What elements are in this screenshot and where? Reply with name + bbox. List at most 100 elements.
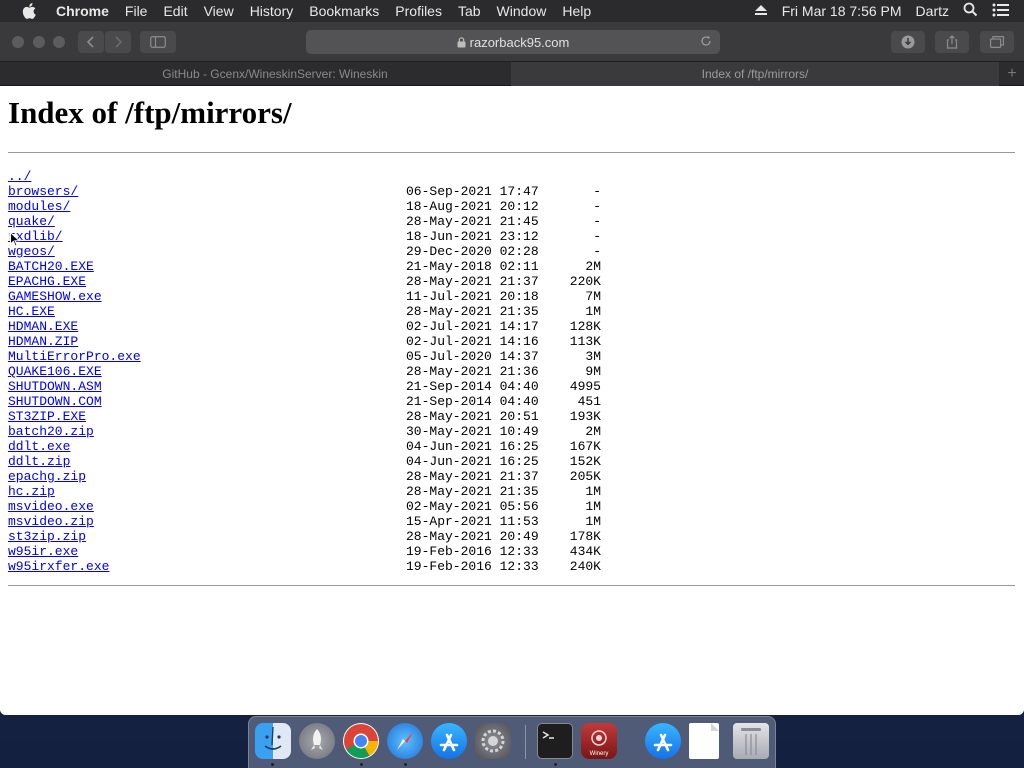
app-store-icon[interactable] [431,723,467,759]
file-date: 28-May-2021 21:35 [406,484,539,499]
file-size: 178K [569,529,601,544]
file-size: - [593,199,601,214]
listing-row: HDMAN.ZIP 02-Jul-2021 14:16 113K [8,334,601,349]
file-size: - [593,214,601,229]
winery-icon[interactable]: Winery [581,723,617,759]
chevron-right-icon [115,36,123,48]
file-link[interactable]: HC.EXE [8,304,55,319]
new-tab-button[interactable]: + [1000,62,1024,86]
file-size: 7M [585,289,601,304]
menu-tab[interactable]: Tab [450,3,489,19]
file-size: 193K [569,409,601,424]
file-link[interactable]: HDMAN.EXE [8,319,78,334]
file-size: 1M [585,499,601,514]
tab-index-mirrors[interactable]: Index of /ftp/mirrors/ [511,62,999,86]
file-link[interactable]: hc.zip [8,484,55,499]
forward-button[interactable] [105,31,131,53]
reload-icon[interactable] [700,35,712,47]
listing-row: ST3ZIP.EXE 28-May-2021 20:51 193K [8,409,601,424]
sidebar-toggle-button[interactable] [140,31,176,53]
parent-row: ../ [8,169,70,184]
file-link[interactable]: msvideo.exe [8,499,94,514]
chrome-icon[interactable] [343,723,379,759]
apple-menu-icon[interactable] [18,3,40,19]
close-window-button[interactable] [12,36,24,48]
file-link[interactable]: ddlt.zip [8,454,70,469]
file-link[interactable]: browsers/ [8,184,78,199]
lock-icon [457,36,466,48]
file-size: 3M [585,349,601,364]
file-link[interactable]: batch20.zip [8,424,94,439]
notification-center-icon[interactable] [992,3,1010,20]
chevron-left-icon [86,36,94,48]
safari-running-indicator [404,763,407,766]
file-link[interactable]: epachg.zip [8,469,86,484]
listing-row: SHUTDOWN.COM 21-Sep-2014 04:40 451 [8,394,601,409]
app-store-download-icon[interactable] [645,723,681,759]
file-date: 02-Jul-2021 14:16 [406,334,539,349]
menu-help[interactable]: Help [554,3,599,19]
file-size: 1M [585,484,601,499]
minimize-window-button[interactable] [33,36,45,48]
document-icon[interactable] [689,723,719,759]
file-link[interactable]: msvideo.zip [8,514,94,529]
launchpad-icon[interactable] [299,723,335,759]
file-link[interactable]: BATCH20.EXE [8,259,94,274]
menu-file[interactable]: File [117,3,156,19]
file-link[interactable]: ddlt.exe [8,439,70,454]
file-size: 434K [569,544,601,559]
menu-history[interactable]: History [242,3,302,19]
file-link[interactable]: quake/ [8,214,55,229]
file-date: 28-May-2021 21:35 [406,304,539,319]
downloads-button[interactable] [891,31,925,53]
file-link[interactable]: GAMESHOW.exe [8,289,102,304]
menubar-user[interactable]: Dartz [916,3,949,19]
back-button[interactable] [78,31,104,53]
file-link[interactable]: w95ir.exe [8,544,78,559]
safari-icon[interactable] [387,723,423,759]
file-link[interactable]: EPACHG.EXE [8,274,86,289]
menu-edit[interactable]: Edit [155,3,195,19]
eject-icon[interactable] [754,3,768,19]
file-link[interactable]: st3zip.zip [8,529,86,544]
trash-icon[interactable] [733,723,769,759]
finder-icon[interactable] [255,723,291,759]
listing-row: SHUTDOWN.ASM 21-Sep-2014 04:40 4995 [8,379,601,394]
file-size: - [593,229,601,244]
file-link[interactable]: MultiErrorPro.exe [8,349,141,364]
menu-window[interactable]: Window [489,3,555,19]
spotlight-search-icon[interactable] [963,2,978,20]
file-date: 11-Jul-2021 20:18 [406,289,539,304]
file-link[interactable]: modules/ [8,199,70,214]
menu-app-name[interactable]: Chrome [48,3,117,19]
menu-view[interactable]: View [196,3,242,19]
tab-github[interactable]: GitHub - Gcenx/WineskinServer: Wineskin [40,62,510,86]
listing-row: st3zip.zip 28-May-2021 20:49 178K [8,529,601,544]
address-bar[interactable]: razorback95.com [306,30,720,54]
listing-row: msvideo.exe 02-May-2021 05:56 1M [8,499,601,514]
tabs-overview-icon [990,36,1004,48]
listing-row: EPACHG.EXE 28-May-2021 21:37 220K [8,274,601,289]
file-date: 21-May-2018 02:11 [406,259,539,274]
menu-profiles[interactable]: Profiles [387,3,450,19]
file-date: 28-May-2021 21:37 [406,469,539,484]
menu-bar: Chrome File Edit View History Bookmarks … [0,0,1024,22]
menu-bookmarks[interactable]: Bookmarks [301,3,387,19]
file-size: 2M [585,259,601,274]
zoom-window-button[interactable] [53,36,65,48]
share-button[interactable] [935,31,969,53]
file-link[interactable]: w95irxfer.exe [8,559,109,574]
tab-overview-button[interactable] [980,31,1014,53]
file-date: 21-Sep-2014 04:40 [406,379,539,394]
file-link[interactable]: SHUTDOWN.COM [8,394,102,409]
file-link[interactable]: ST3ZIP.EXE [8,409,86,424]
file-link[interactable]: QUAKE106.EXE [8,364,102,379]
listing-row: BATCH20.EXE 21-May-2018 02:11 2M [8,259,601,274]
parent-directory-link[interactable]: ../ [8,169,31,184]
menubar-clock[interactable]: Fri Mar 18 7:56 PM [782,3,902,19]
file-link[interactable]: SHUTDOWN.ASM [8,379,102,394]
terminal-icon[interactable] [537,723,573,759]
file-date: 04-Jun-2021 16:25 [406,454,539,469]
file-link[interactable]: HDMAN.ZIP [8,334,78,349]
system-preferences-icon[interactable] [475,723,511,759]
